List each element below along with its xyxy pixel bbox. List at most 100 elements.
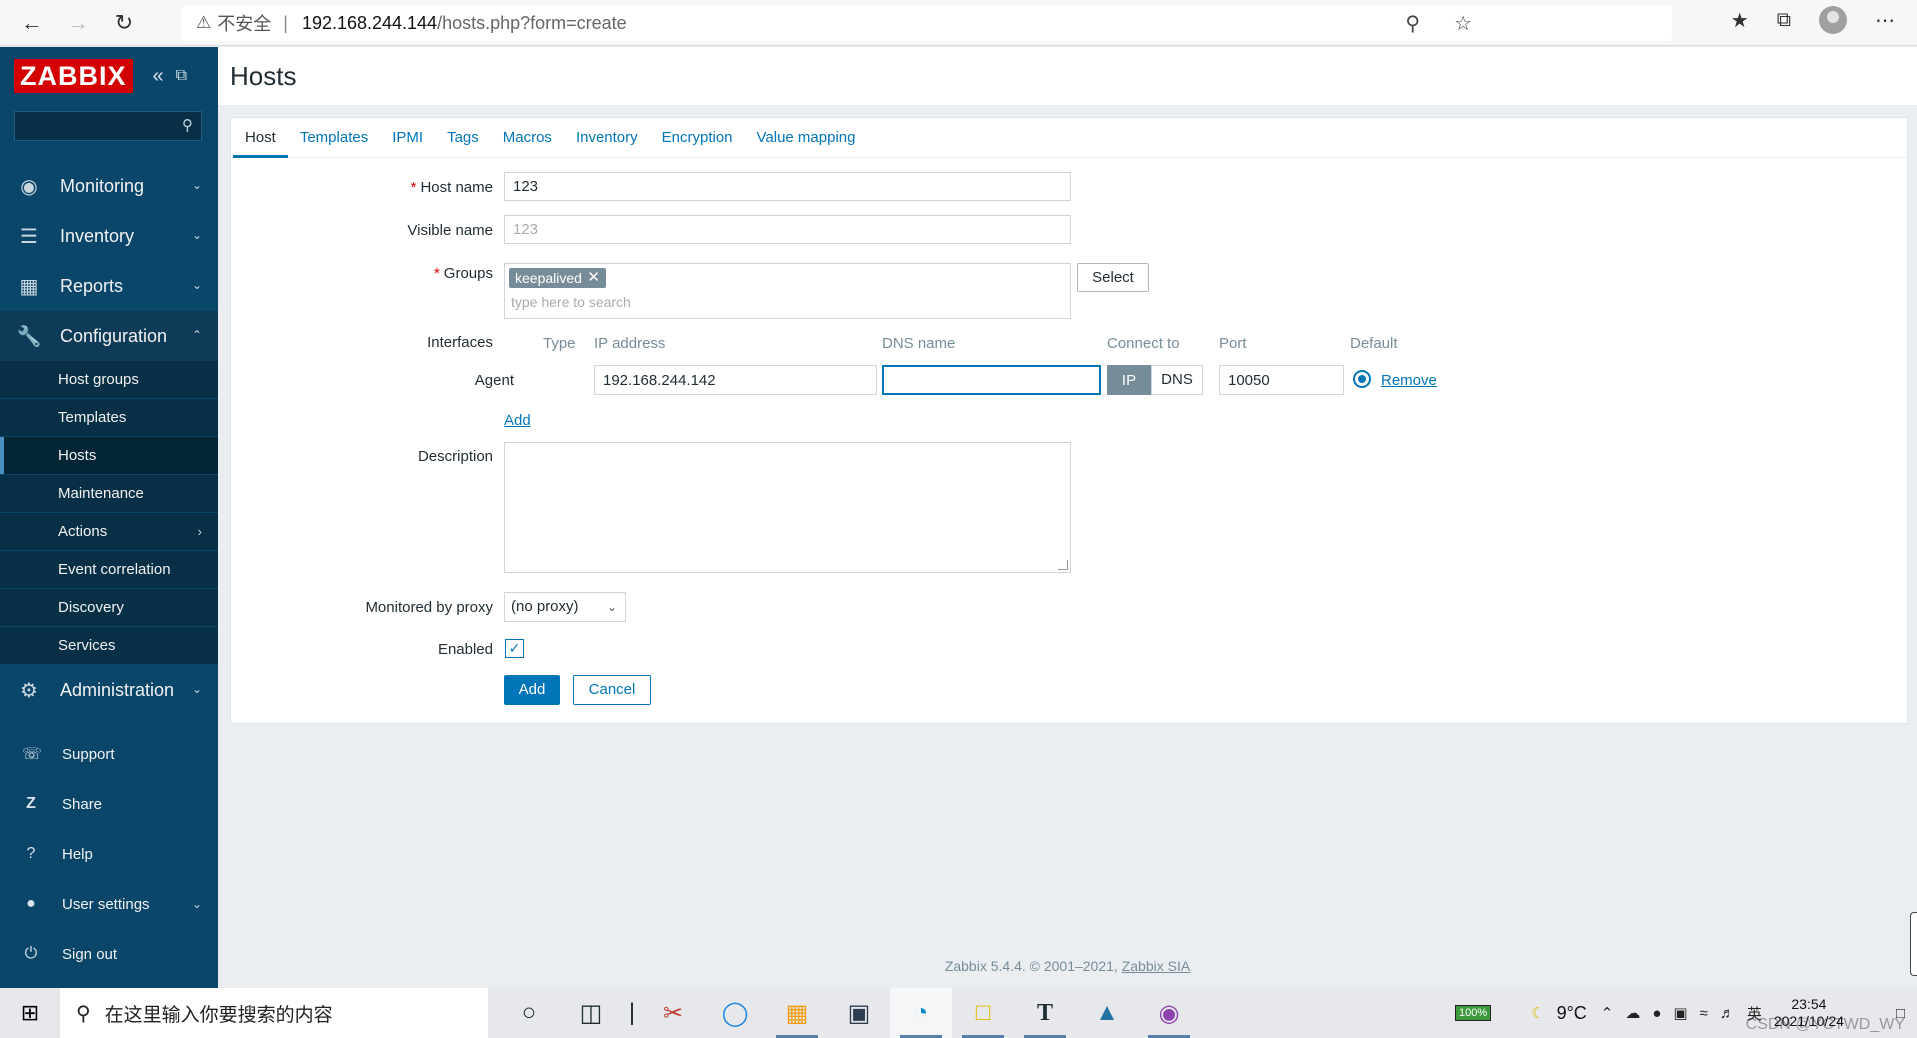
- select-groups-button[interactable]: Select: [1077, 263, 1149, 292]
- edge-browser-icon[interactable]: ◔: [890, 988, 952, 1038]
- menu-user-settings[interactable]: ● User settings ⌄: [0, 879, 218, 929]
- photos-icon[interactable]: ▲: [1076, 988, 1138, 1038]
- wifi-icon[interactable]: ≈: [1700, 1005, 1708, 1022]
- tab-macros[interactable]: Macros: [491, 118, 564, 158]
- tab-value-mapping[interactable]: Value mapping: [745, 118, 868, 158]
- submenu-hosts[interactable]: Hosts: [0, 437, 218, 475]
- battery-indicator[interactable]: 100%: [1454, 1005, 1492, 1021]
- cortana-icon[interactable]: ○: [498, 988, 560, 1038]
- weather-temp[interactable]: 9°C: [1557, 1003, 1587, 1024]
- submenu-services[interactable]: Services: [0, 627, 218, 665]
- favorite-add-icon[interactable]: ☆: [1454, 11, 1472, 36]
- menu-monitoring[interactable]: ◉ Monitoring ⌄: [0, 161, 218, 211]
- submenu-event-correlation[interactable]: Event correlation: [0, 551, 218, 589]
- submenu-actions-label: Actions: [58, 523, 108, 540]
- interfaces-label: Interfaces: [427, 334, 493, 351]
- submenu-host-groups[interactable]: Host groups: [0, 361, 218, 399]
- menu-monitoring-label: Monitoring: [60, 175, 145, 196]
- menu-share[interactable]: Z Share: [0, 779, 218, 829]
- ie-browser-icon[interactable]: ◯: [704, 988, 766, 1038]
- menu-help[interactable]: ? Help: [0, 829, 218, 879]
- menu-administration[interactable]: ⚙ Administration ⌄: [0, 665, 218, 715]
- if-header-dns: DNS name: [882, 335, 956, 352]
- menu-configuration[interactable]: 🔧 Configuration ⌃: [0, 311, 218, 361]
- cloud-icon[interactable]: ☁: [1625, 1004, 1640, 1022]
- connect-ip-button[interactable]: IP: [1107, 365, 1151, 395]
- scrollbar-thumb[interactable]: [1910, 912, 1917, 976]
- clock-time: 23:54: [1791, 996, 1827, 1012]
- tab-ipmi[interactable]: IPMI: [380, 118, 435, 158]
- enabled-label: Enabled: [437, 641, 493, 658]
- volume-icon[interactable]: ♬: [1720, 1005, 1735, 1022]
- menu-reports[interactable]: ▦ Reports ⌄: [0, 261, 218, 311]
- default-interface-radio[interactable]: [1353, 370, 1371, 388]
- host-form-panel: Host Templates IPMI Tags Macros Inventor…: [230, 117, 1908, 724]
- typora-icon[interactable]: T: [1014, 988, 1076, 1038]
- host-name-input[interactable]: [504, 172, 1071, 201]
- back-icon[interactable]: ←: [12, 3, 52, 43]
- menu-sign-out[interactable]: ⏻ Sign out: [0, 929, 218, 979]
- reload-icon[interactable]: ↻: [104, 3, 144, 43]
- connect-dns-button[interactable]: DNS: [1151, 365, 1203, 395]
- proxy-label: Monitored by proxy: [365, 599, 493, 616]
- menu-share-label: Share: [62, 795, 103, 813]
- tab-inventory[interactable]: Inventory: [564, 118, 650, 158]
- tab-encryption[interactable]: Encryption: [650, 118, 745, 158]
- menu-administration-label: Administration: [60, 679, 175, 700]
- resize-handle-icon[interactable]: [1058, 560, 1068, 570]
- groups-multiselect[interactable]: keepalived ✕ type here to search: [504, 263, 1071, 319]
- remove-interface-link[interactable]: Remove: [1381, 372, 1437, 389]
- visible-name-input[interactable]: [504, 215, 1071, 244]
- taskbar-search[interactable]: ⚲ 在这里输入你要搜索的内容: [60, 988, 488, 1038]
- proxy-select[interactable]: (no proxy) ⌄: [504, 592, 626, 622]
- collapse-sidebar-icon[interactable]: «: [153, 65, 164, 88]
- sidebar-search-input[interactable]: [15, 112, 165, 140]
- add-interface-link[interactable]: Add: [504, 412, 531, 429]
- forward-icon[interactable]: →: [58, 3, 98, 43]
- footer-link[interactable]: Zabbix SIA: [1122, 958, 1190, 974]
- submenu-actions[interactable]: Actions ›: [0, 513, 218, 551]
- search-icon[interactable]: ⚲: [182, 116, 193, 134]
- ip-address-input[interactable]: [594, 365, 877, 395]
- qq-icon[interactable]: ●: [1652, 1005, 1661, 1022]
- cancel-button[interactable]: Cancel: [573, 675, 651, 705]
- submenu-discovery[interactable]: Discovery: [0, 589, 218, 627]
- menu-support[interactable]: ☏ Support: [0, 729, 218, 779]
- power-plug-icon[interactable]: ▣: [1673, 1004, 1687, 1022]
- file-explorer-icon[interactable]: □: [952, 988, 1014, 1038]
- dns-name-input[interactable]: [882, 365, 1101, 395]
- vmware-icon[interactable]: ▦: [766, 988, 828, 1038]
- favorites-icon[interactable]: ★: [1731, 8, 1749, 33]
- port-input[interactable]: [1219, 365, 1344, 395]
- groups-search-placeholder[interactable]: type here to search: [511, 294, 631, 310]
- snipping-tool-icon[interactable]: ✂: [642, 988, 704, 1038]
- media-app-icon[interactable]: ◉: [1138, 988, 1200, 1038]
- csdn-watermark: CSDN @YCTWD_WY: [1745, 1016, 1905, 1033]
- terminal-icon[interactable]: ▣: [828, 988, 890, 1038]
- if-header-type: Type: [543, 335, 576, 352]
- tab-tags[interactable]: Tags: [435, 118, 491, 158]
- profile-avatar[interactable]: [1819, 6, 1847, 34]
- tab-templates[interactable]: Templates: [288, 118, 380, 158]
- if-header-port: Port: [1219, 335, 1247, 352]
- remove-tag-icon[interactable]: ✕: [587, 268, 600, 288]
- windows-start-icon[interactable]: ⊞: [0, 988, 60, 1038]
- description-textarea[interactable]: [504, 442, 1071, 573]
- url-path: /hosts.php?form=create: [437, 12, 627, 33]
- submenu-maintenance[interactable]: Maintenance: [0, 475, 218, 513]
- submenu-templates[interactable]: Templates: [0, 399, 218, 437]
- kiosk-mode-icon[interactable]: ⧉: [176, 67, 187, 85]
- enabled-checkbox[interactable]: ✓: [505, 639, 524, 658]
- collections-icon[interactable]: ⧉: [1777, 9, 1791, 32]
- key-icon[interactable]: ⚲: [1405, 11, 1420, 36]
- sidebar-search[interactable]: ⚲: [14, 111, 202, 141]
- menu-inventory[interactable]: ☰ Inventory ⌄: [0, 211, 218, 261]
- chevron-down-icon: ⌄: [191, 682, 202, 696]
- task-view-icon[interactable]: ◫: [560, 988, 622, 1038]
- zabbix-logo[interactable]: ZABBIX: [14, 59, 133, 93]
- add-host-button[interactable]: Add: [504, 675, 560, 705]
- tray-expand-icon[interactable]: ⌃: [1601, 1004, 1614, 1022]
- tab-host[interactable]: Host: [233, 118, 288, 158]
- more-menu-icon[interactable]: ⋯: [1875, 8, 1895, 33]
- address-bar[interactable]: ⚠ 不安全 | 192.168.244.144/hosts.php?form=c…: [182, 5, 1672, 41]
